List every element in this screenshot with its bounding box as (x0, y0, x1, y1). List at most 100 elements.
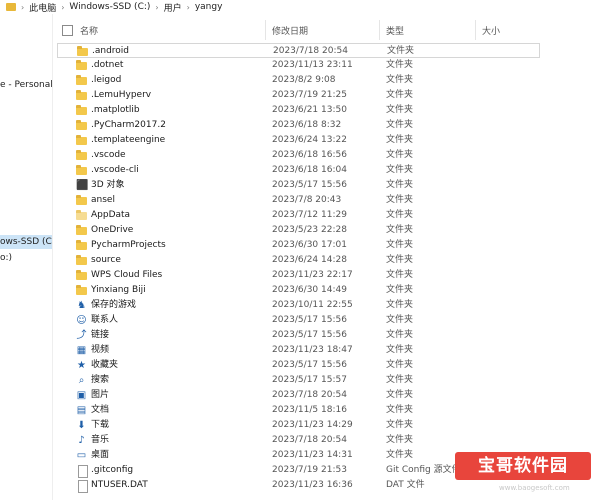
file-row[interactable]: .matplotlib 2023/6/21 13:50 文件夹 (57, 103, 540, 118)
file-name: 图片 (91, 390, 110, 400)
file-row[interactable]: ☺ 联系人 2023/5/17 15:56 文件夹 (57, 313, 540, 328)
downloads-icon: ⬇ (77, 420, 86, 431)
file-row[interactable]: ⤴ 链接 2023/5/17 15:56 文件夹 (57, 328, 540, 343)
file-name: 桌面 (91, 450, 110, 460)
file-row[interactable]: .dotnet 2023/11/13 23:11 文件夹 (57, 58, 540, 73)
file-type: 文件夹 (386, 405, 414, 415)
file-row[interactable]: .vscode 2023/6/18 16:56 文件夹 (57, 148, 540, 163)
file-date-modified: 2023/6/30 14:49 (272, 285, 347, 295)
file-row[interactable]: ♞ 保存的游戏 2023/10/11 22:55 文件夹 (57, 298, 540, 313)
watermark-url: www.baogesoft.com (499, 484, 570, 492)
file-row[interactable]: .leigod 2023/8/2 9:08 文件夹 (57, 73, 540, 88)
file-date-modified: 2023/7/18 20:54 (272, 435, 347, 445)
file-name: 下载 (91, 420, 110, 430)
column-header: 名称 修改日期 类型 大小 (57, 20, 601, 40)
file-row[interactable]: PycharmProjects 2023/6/30 17:01 文件夹 (57, 238, 540, 253)
file-name: 搜索 (91, 375, 110, 385)
file-date-modified: 2023/5/17 15:56 (272, 180, 347, 190)
file-row[interactable]: .PyCharm2017.2 2023/6/18 8:32 文件夹 (57, 118, 540, 133)
address-bar[interactable]: › 此电脑 › Windows-SSD (C:) › 用户 › yangy (0, 0, 601, 14)
file-date-modified: 2023/11/23 16:36 (272, 480, 353, 490)
file-row[interactable]: source 2023/6/24 14:28 文件夹 (57, 253, 540, 268)
nav-item-onedrive[interactable]: e - Personal (0, 78, 52, 92)
file-date-modified: 2023/5/23 22:28 (272, 225, 347, 235)
file-name: .leigod (91, 75, 122, 85)
column-divider[interactable] (379, 20, 380, 40)
file-row[interactable]: ▣ 图片 2023/7/18 20:54 文件夹 (57, 388, 540, 403)
column-header-size[interactable]: 大小 (482, 24, 500, 37)
file-row[interactable]: ★ 收藏夹 2023/5/17 15:56 文件夹 (57, 358, 540, 373)
breadcrumb-drive[interactable]: Windows-SSD (C:) (69, 2, 150, 12)
select-all-checkbox[interactable] (62, 25, 73, 36)
file-name: .vscode-cli (91, 165, 139, 175)
file-date-modified: 2023/6/21 13:50 (272, 105, 347, 115)
file-row[interactable]: .LemuHyperv 2023/7/19 21:25 文件夹 (57, 88, 540, 103)
nav-item-other-drive[interactable]: o:) (0, 251, 12, 265)
file-row[interactable]: .android 2023/7/18 20:54 文件夹 (57, 43, 540, 58)
file-row[interactable]: ▦ 视频 2023/11/23 18:47 文件夹 (57, 343, 540, 358)
file-date-modified: 2023/11/13 23:11 (272, 60, 353, 70)
file-date-modified: 2023/8/2 9:08 (272, 75, 336, 85)
column-divider[interactable] (265, 20, 266, 40)
folder-icon (76, 150, 87, 161)
file-row[interactable]: ⌕ 搜索 2023/5/17 15:57 文件夹 (57, 373, 540, 388)
saved-games-icon: ♞ (77, 300, 86, 311)
folder-icon (6, 3, 16, 11)
file-type: 文件夹 (386, 330, 414, 340)
breadcrumb-this-pc[interactable]: 此电脑 (29, 1, 56, 14)
desktop-icon: ▭ (76, 450, 87, 461)
file-row[interactable]: ♪ 音乐 2023/7/18 20:54 文件夹 (57, 433, 540, 448)
file-row[interactable]: .vscode-cli 2023/6/18 16:04 文件夹 (57, 163, 540, 178)
file-row[interactable]: ansel 2023/7/8 20:43 文件夹 (57, 193, 540, 208)
file-type: 文件夹 (386, 120, 414, 130)
file-date-modified: 2023/7/18 20:54 (272, 390, 347, 400)
column-divider[interactable] (475, 20, 476, 40)
column-header-type[interactable]: 类型 (386, 24, 404, 37)
file-type: 文件夹 (386, 270, 414, 280)
links-icon: ⤴ (76, 330, 87, 341)
file-date-modified: 2023/7/12 11:29 (272, 210, 347, 220)
file-date-modified: 2023/11/23 14:29 (272, 420, 353, 430)
file-date-modified: 2023/11/23 14:31 (272, 450, 353, 460)
file-date-modified: 2023/5/17 15:56 (272, 360, 347, 370)
folder-icon (76, 120, 87, 131)
folder-icon (76, 90, 87, 101)
watermark: 宝哥软件园 www.baogesoft.com (455, 452, 595, 496)
file-name: 保存的游戏 (91, 300, 137, 310)
breadcrumb-user-folder[interactable]: yangy (195, 2, 223, 12)
contacts-icon: ☺ (76, 315, 87, 326)
file-name: .LemuHyperv (91, 90, 152, 100)
folder-icon (76, 285, 87, 296)
file-explorer-window: › 此电脑 › Windows-SSD (C:) › 用户 › yangy e … (0, 0, 601, 500)
file-date-modified: 2023/11/23 18:47 (272, 345, 353, 355)
folder-icon (76, 255, 87, 266)
folder-icon (76, 135, 87, 146)
file-type: 文件夹 (386, 135, 414, 145)
file-row[interactable]: Yinxiang Biji 2023/6/30 14:49 文件夹 (57, 283, 540, 298)
file-row[interactable]: ▤ 文档 2023/11/5 18:16 文件夹 (57, 403, 540, 418)
file-name: .matplotlib (91, 105, 140, 115)
chevron-right-icon: › (155, 2, 159, 12)
file-date-modified: 2023/7/18 20:54 (273, 46, 348, 56)
searches-icon: ⌕ (78, 375, 85, 386)
breadcrumb-users[interactable]: 用户 (164, 1, 182, 14)
file-row[interactable]: ⬛ 3D 对象 2023/5/17 15:56 文件夹 (57, 178, 540, 193)
file-name: 3D 对象 (91, 180, 125, 190)
file-date-modified: 2023/5/17 15:57 (272, 375, 347, 385)
file-date-modified: 2023/5/17 15:56 (272, 330, 347, 340)
file-row[interactable]: AppData 2023/7/12 11:29 文件夹 (57, 208, 540, 223)
pictures-icon: ▣ (76, 390, 87, 401)
navigation-pane: e - Personal ows-SSD (C:) o:) (0, 14, 53, 500)
file-type: 文件夹 (386, 375, 414, 385)
nav-item-drive[interactable]: ows-SSD (C:) (0, 235, 52, 249)
file-type: 文件夹 (386, 225, 414, 235)
file-row[interactable]: OneDrive 2023/5/23 22:28 文件夹 (57, 223, 540, 238)
file-date-modified: 2023/7/8 20:43 (272, 195, 342, 205)
column-header-name[interactable]: 名称 (80, 24, 98, 37)
file-type: 文件夹 (386, 60, 414, 70)
file-row[interactable]: .templateengine 2023/6/24 13:22 文件夹 (57, 133, 540, 148)
file-list: 名称 修改日期 类型 大小 .android 2023/7/18 20:54 文件夹… (57, 14, 601, 500)
column-header-date[interactable]: 修改日期 (272, 24, 308, 37)
file-row[interactable]: ⬇ 下载 2023/11/23 14:29 文件夹 (57, 418, 540, 433)
file-row[interactable]: WPS Cloud Files 2023/11/23 22:17 文件夹 (57, 268, 540, 283)
